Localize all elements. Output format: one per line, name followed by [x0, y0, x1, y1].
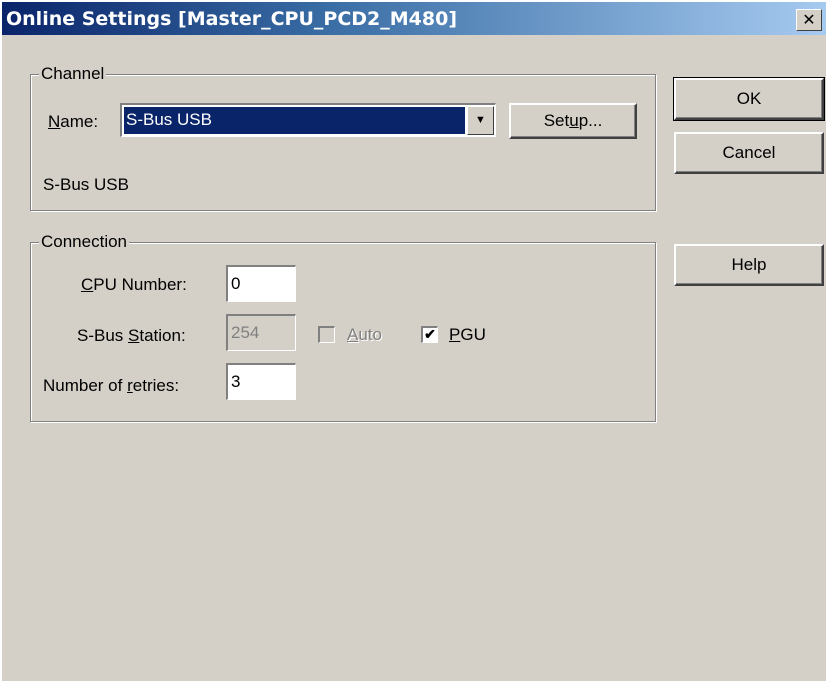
retries-field[interactable]: 3 [226, 363, 296, 400]
channel-name-combobox[interactable]: S-Bus USB ▼ [120, 103, 496, 137]
cpu-number-field[interactable]: 0 [226, 265, 296, 302]
channel-description: S-Bus USB [43, 175, 129, 194]
channel-group: Channel Name: S-Bus USB ▼ Setup... S-Bus… [30, 64, 656, 211]
auto-label: Auto [347, 325, 382, 344]
sbus-station-label: S-Bus Station: [77, 326, 186, 345]
cancel-button[interactable]: Cancel [674, 132, 824, 174]
retries-label: Number of retries: [43, 376, 180, 395]
connection-legend: Connection [39, 232, 130, 252]
cpu-number-label: CPU Number: [81, 275, 187, 294]
connection-group: Connection CPU Number: 0 S-Bus Station: … [30, 232, 656, 422]
sbus-station-field[interactable]: 254 [226, 314, 296, 351]
close-icon: ✕ [802, 10, 816, 29]
title-bar[interactable]: Online Settings [Master_CPU_PCD2_M480] ✕ [2, 2, 826, 35]
window-title: Online Settings [Master_CPU_PCD2_M480] [6, 8, 457, 30]
setup-button[interactable]: Setup... [509, 103, 637, 139]
chevron-down-icon[interactable]: ▼ [467, 106, 494, 135]
auto-checkbox[interactable] [318, 326, 335, 343]
close-button[interactable]: ✕ [796, 9, 822, 31]
pgu-checkbox[interactable]: ✔ [421, 326, 438, 343]
channel-name-value: S-Bus USB [124, 107, 465, 134]
ok-button[interactable]: OK [673, 77, 825, 121]
help-button[interactable]: Help [674, 244, 824, 286]
name-label: Name: [48, 112, 99, 131]
check-icon: ✔ [424, 326, 436, 342]
online-settings-dialog: Online Settings [Master_CPU_PCD2_M480] ✕… [0, 0, 826, 681]
channel-legend: Channel [39, 64, 107, 84]
pgu-label: PGU [449, 325, 486, 344]
